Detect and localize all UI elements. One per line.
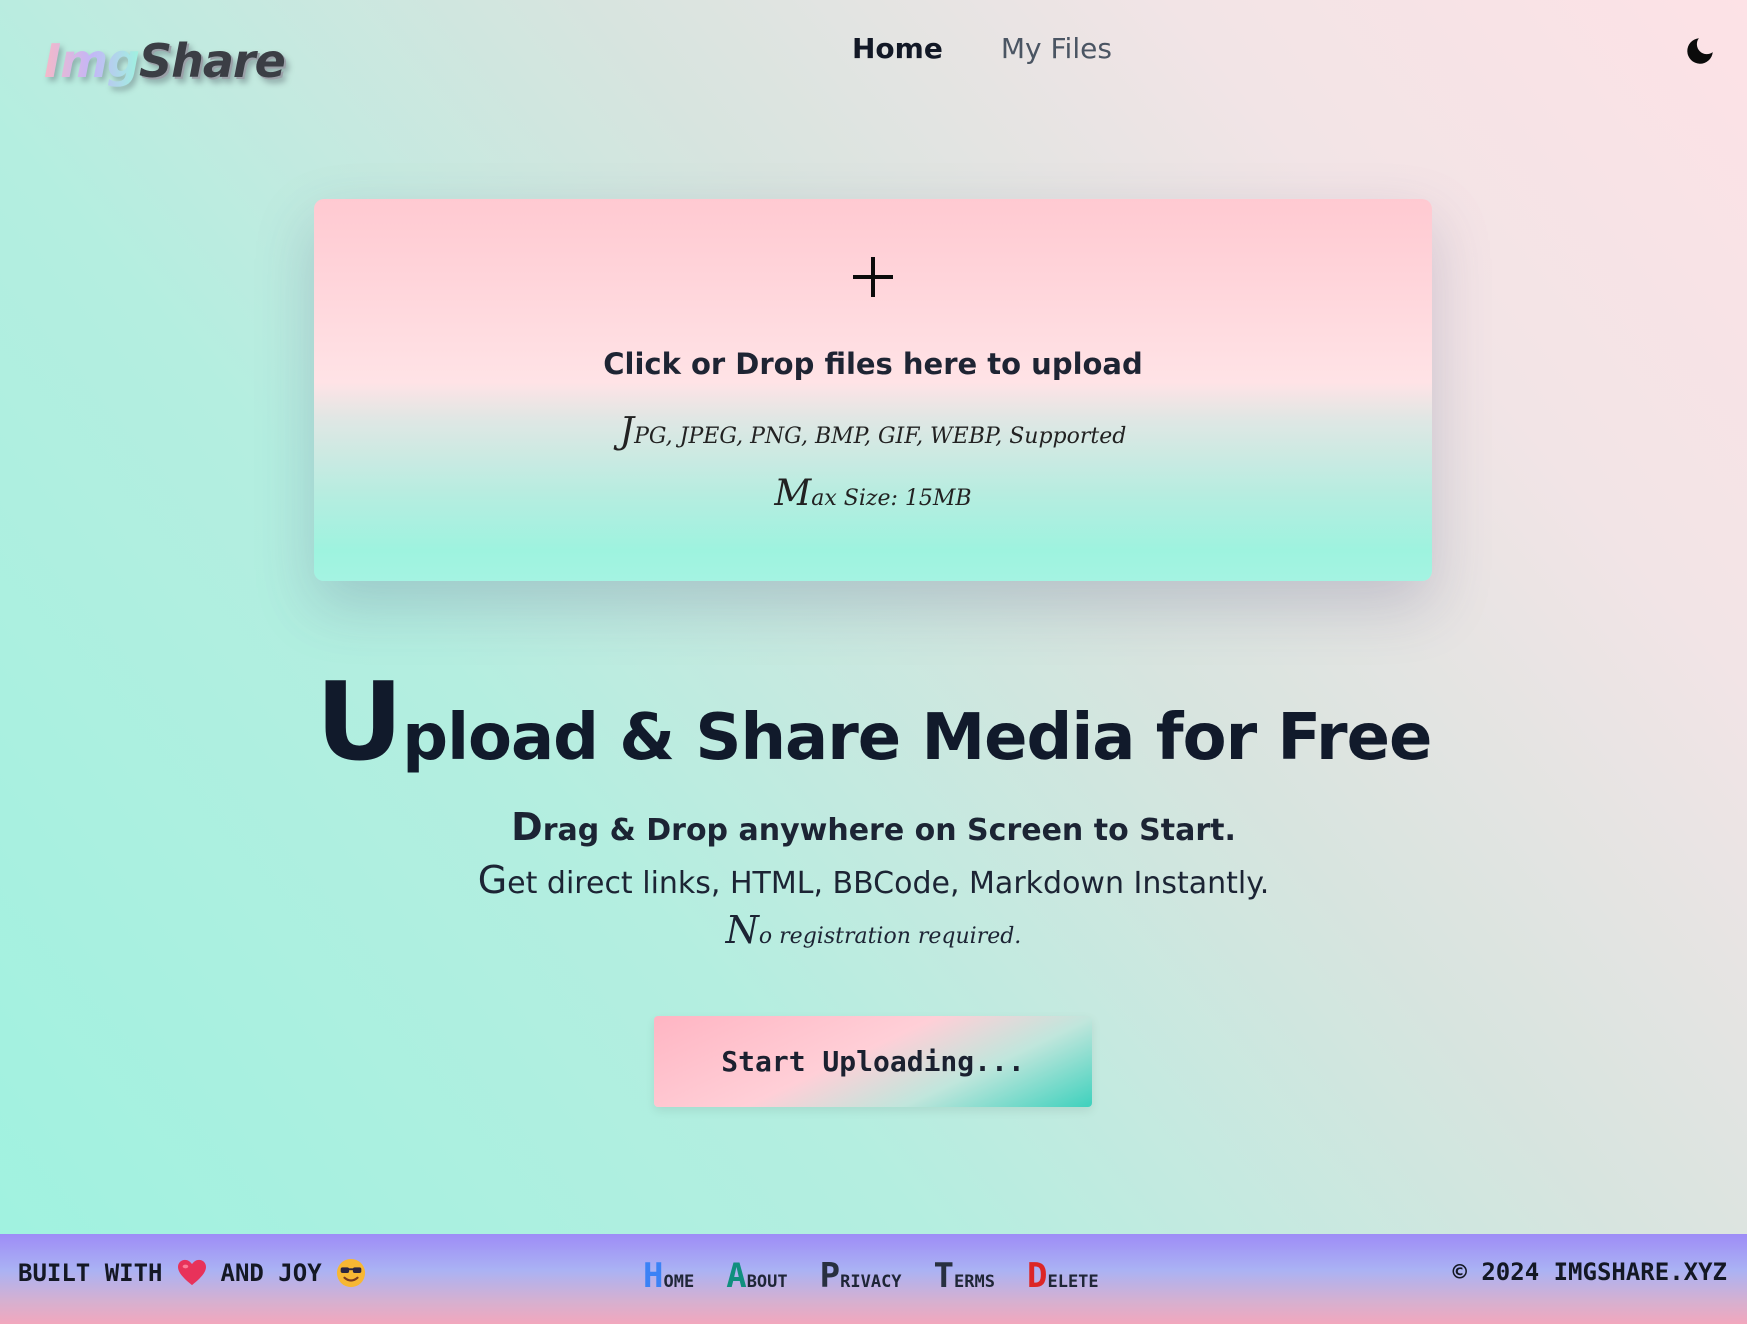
upload-dropzone[interactable]: Click or Drop files here to upload JPG, …	[314, 199, 1432, 581]
footer-link-privacy[interactable]: Privacy	[820, 1256, 902, 1296]
footer-link-home[interactable]: Home	[643, 1256, 694, 1296]
footer-copyright: © 2024 IMGSHARE.XYZ	[1452, 1258, 1727, 1286]
footer-link-about[interactable]: About	[726, 1256, 787, 1296]
hero-links-text: Get direct links, HTML, BBCode, Markdown…	[477, 858, 1270, 902]
header: Img Share Home My Files	[0, 0, 1747, 110]
hero-drag-drop-text: Drag & Drop anywhere on Screen to Start.	[511, 805, 1236, 849]
footer-link-terms[interactable]: Terms	[934, 1256, 995, 1296]
main-nav: Home My Files	[852, 32, 1112, 65]
start-uploading-button[interactable]: Start Uploading...	[654, 1016, 1092, 1107]
footer-and-joy-text: AND JOY	[220, 1259, 322, 1287]
nav-home-link[interactable]: Home	[852, 32, 943, 65]
logo[interactable]: Img Share	[44, 26, 286, 88]
logo-img-text: Img	[44, 34, 140, 88]
footer-built-with-text: BUILT WITH	[18, 1259, 163, 1287]
upload-title: Click or Drop files here to upload	[603, 347, 1143, 381]
sunglasses-smile-icon	[336, 1258, 365, 1288]
upload-supported-formats: JPG, JPEG, PNG, BMP, GIF, WEBP, Supporte…	[619, 411, 1127, 452]
theme-toggle-button[interactable]	[1683, 34, 1717, 68]
hero-no-registration-text: No registration required.	[725, 908, 1022, 952]
footer: BUILT WITH AND JOY Home About Privacy Te…	[0, 1234, 1747, 1324]
footer-link-delete[interactable]: Delete	[1027, 1256, 1099, 1296]
logo-share-text: Share	[138, 34, 286, 88]
nav-my-files-link[interactable]: My Files	[1001, 32, 1112, 65]
heart-icon	[177, 1259, 206, 1286]
plus-icon	[853, 257, 893, 297]
upload-max-size: Max Size: 15MB	[774, 473, 972, 514]
footer-links: Home About Privacy Terms Delete	[643, 1256, 1099, 1296]
moon-icon	[1687, 38, 1713, 64]
hero-title: Upload & Share Media for Free	[315, 660, 1433, 785]
footer-built-with: BUILT WITH AND JOY	[18, 1258, 366, 1288]
